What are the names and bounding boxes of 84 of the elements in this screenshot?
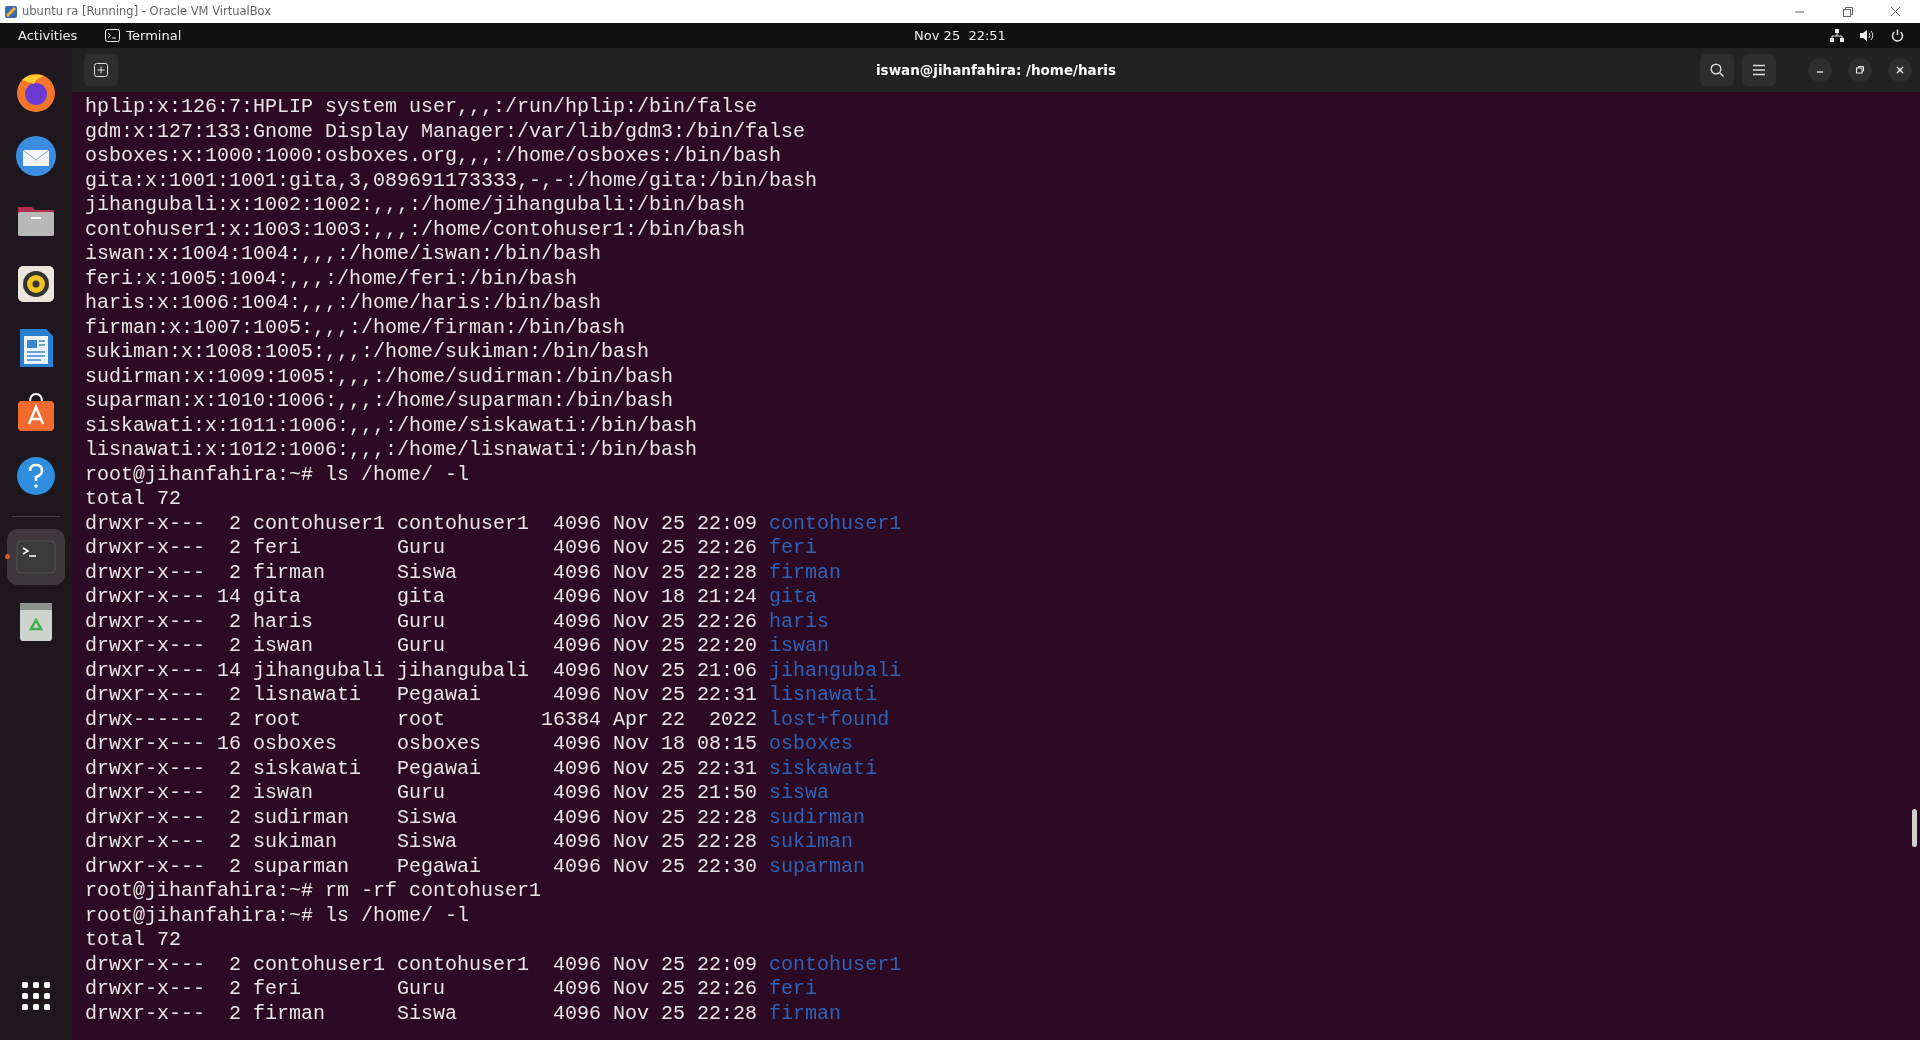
app-menu[interactable]: Terminal bbox=[91, 25, 196, 46]
listing-text: drwxr-x--- 2 lisnawati Pegawai 4096 Nov 25 22:31 bbox=[85, 683, 758, 708]
terminal-line: iswan:x:1004:1004:,,,:/home/iswan:/bin/bash bbox=[85, 242, 603, 267]
listing-text: drwxr-x--- 2 suparman Pegawai 4096 Nov 25 22:30 bbox=[85, 854, 758, 879]
listing-text: drwxr-x--- 2 siskawati Pegawai 4096 Nov 25 22:31 bbox=[85, 756, 758, 781]
terminal-line: sukiman:x:1008:1005:,,,:/home/sukiman:/bin/bash bbox=[85, 340, 651, 365]
scrollbar-thumb[interactable] bbox=[1912, 809, 1917, 847]
terminal-line: root@jihanfahira:~# ls /home/ -l bbox=[85, 903, 471, 928]
directory-name: feri bbox=[769, 536, 818, 561]
search-icon bbox=[1710, 63, 1724, 77]
new-tab-icon bbox=[94, 63, 108, 77]
listing-text: drwxr-x--- 2 feri Guru 4096 Nov 25 22:26 bbox=[85, 536, 758, 561]
terminal-line: jihangubali:x:1002:1002:,,,:/home/jihangubali:/bin/bash bbox=[85, 193, 747, 218]
terminal-line: gdm:x:127:133:Gnome Display Manager:/var/lib/gdm3:/bin/false bbox=[85, 119, 807, 144]
search-button[interactable] bbox=[1700, 54, 1734, 86]
network-icon[interactable] bbox=[1830, 29, 1844, 42]
listing-text: drwxr-x--- 2 firman Siswa 4096 Nov 25 22:28 bbox=[85, 560, 758, 585]
app-icon bbox=[4, 4, 18, 19]
listing-text: drwxr-x--- 2 iswan Guru 4096 Nov 25 21:50 bbox=[85, 781, 758, 806]
terminal-line: root@jihanfahira:~# rm -rf contohuser1 bbox=[85, 879, 543, 904]
minimize-button[interactable] bbox=[1808, 58, 1832, 82]
directory-name: jihangubali bbox=[769, 658, 902, 683]
listing-text: drwxr-x--- 2 iswan Guru 4096 Nov 25 22:20 bbox=[85, 634, 758, 659]
terminal-line: contohuser1:x:1003:1003:,,,:/home/contohuser1:/bin/bash bbox=[85, 217, 747, 242]
terminal-line: haris:x:1006:1004:,,,:/home/haris:/bin/bash bbox=[85, 291, 603, 316]
menu-icon bbox=[1752, 64, 1766, 76]
listing-text: drwx------ 2 root root 16384 Apr 22 2022 bbox=[85, 707, 758, 732]
listing-text: drwxr-x--- 2 contohuser1 contohuser1 4096 Nov 25 22:09 bbox=[85, 952, 758, 977]
directory-name: sudirman bbox=[769, 805, 866, 830]
volume-icon[interactable] bbox=[1860, 29, 1875, 42]
directory-name: osboxes bbox=[769, 732, 854, 757]
terminal-line: gita:x:1001:1001:gita,3,089691173333,-,-:/home/gita:/bin/bash bbox=[85, 168, 819, 193]
directory-name: suparman bbox=[769, 854, 866, 879]
maximize-button[interactable] bbox=[1848, 58, 1872, 82]
listing-text: drwxr-x--- 2 sudirman Siswa 4096 Nov 25 22:28 bbox=[85, 805, 758, 830]
power-icon[interactable] bbox=[1891, 29, 1904, 42]
directory-name: lisnawati bbox=[769, 683, 878, 708]
directory-name: gita bbox=[769, 585, 818, 610]
directory-name: lost+found bbox=[769, 707, 890, 732]
close-button[interactable] bbox=[1888, 58, 1912, 82]
new-tab-button[interactable] bbox=[84, 54, 118, 86]
listing-text: drwxr-x--- 2 contohuser1 contohuser1 4096 Nov 25 22:09 bbox=[85, 511, 758, 536]
terminal-line: osboxes:x:1000:1000:osboxes.org,,,:/home/osboxes:/bin/bash bbox=[85, 144, 783, 169]
directory-name: siskawati bbox=[769, 756, 878, 781]
directory-name: contohuser1 bbox=[769, 511, 902, 536]
close-icon bbox=[1890, 5, 1902, 18]
menu-button[interactable] bbox=[1742, 54, 1776, 86]
running-indicator bbox=[5, 554, 10, 559]
terminal-line: root@jihanfahira:~# ls /home/ -l bbox=[85, 462, 471, 487]
listing-text: drwxr-x--- 14 jihangubali jihangubali 4096 Nov 25 21:06 bbox=[85, 658, 758, 683]
listing-text: drwxr-x--- 2 haris Guru 4096 Nov 25 22:26 bbox=[85, 609, 758, 634]
listing-text: drwxr-x--- 16 osboxes osboxes 4096 Nov 18 08:15 bbox=[85, 732, 758, 757]
activities-button[interactable]: Activities bbox=[4, 25, 92, 46]
window-title: iswan@jihanfahira: /home/haris bbox=[876, 60, 1116, 80]
directory-name: siswa bbox=[769, 781, 830, 806]
directory-name: sukiman bbox=[769, 830, 854, 855]
terminal-line: total 72 bbox=[85, 487, 182, 512]
listing-text: drwxr-x--- 2 firman Siswa 4096 Nov 25 22:28 bbox=[85, 1001, 758, 1026]
close-icon bbox=[1895, 65, 1905, 75]
app-grid-icon bbox=[22, 982, 50, 1010]
terminal-line: lisnawati:x:1012:1006:,,,:/home/lisnawati:/bin/bash bbox=[85, 438, 699, 463]
directory-name: feri bbox=[769, 977, 818, 1002]
terminal-line: firman:x:1007:1005:,,,:/home/firman:/bin/bash bbox=[85, 315, 627, 340]
restore-icon bbox=[1842, 5, 1854, 18]
terminal-icon bbox=[105, 29, 121, 42]
directory-name: iswan bbox=[769, 634, 830, 659]
directory-name: haris bbox=[769, 609, 830, 634]
directory-name: firman bbox=[769, 1001, 842, 1026]
listing-text: drwxr-x--- 2 feri Guru 4096 Nov 25 22:26 bbox=[85, 977, 758, 1002]
terminal-line: feri:x:1005:1004:,,,:/home/feri:/bin/bash bbox=[85, 266, 579, 291]
directory-name: firman bbox=[769, 560, 842, 585]
help-icon bbox=[14, 454, 58, 498]
mail-icon bbox=[14, 134, 58, 178]
restore-icon bbox=[1855, 65, 1865, 75]
terminal-line: total 72 bbox=[85, 928, 182, 953]
window-title: ubuntu ra [Running] - Oracle VM VirtualBox bbox=[22, 2, 272, 20]
clock[interactable]: Nov 25 22:51 bbox=[900, 25, 1020, 46]
listing-text: drwxr-x--- 14 gita gita 4096 Nov 18 21:24 bbox=[85, 585, 758, 610]
directory-name: contohuser1 bbox=[769, 952, 902, 977]
terminal-line: sudirman:x:1009:1005:,,,:/home/sudirman:/bin/bash bbox=[85, 364, 675, 389]
terminal-line: suparman:x:1010:1006:,,,:/home/suparman:/bin/bash bbox=[85, 389, 675, 414]
listing-text: drwxr-x--- 2 sukiman Siswa 4096 Nov 25 22:28 bbox=[85, 830, 758, 855]
terminal-line: siskawati:x:1011:1006:,,,:/home/siskawati:/bin/bash bbox=[85, 413, 699, 438]
terminal-line: hplip:x:126:7:HPLIP system user,,,:/run/hplip:/bin/false bbox=[85, 95, 759, 120]
